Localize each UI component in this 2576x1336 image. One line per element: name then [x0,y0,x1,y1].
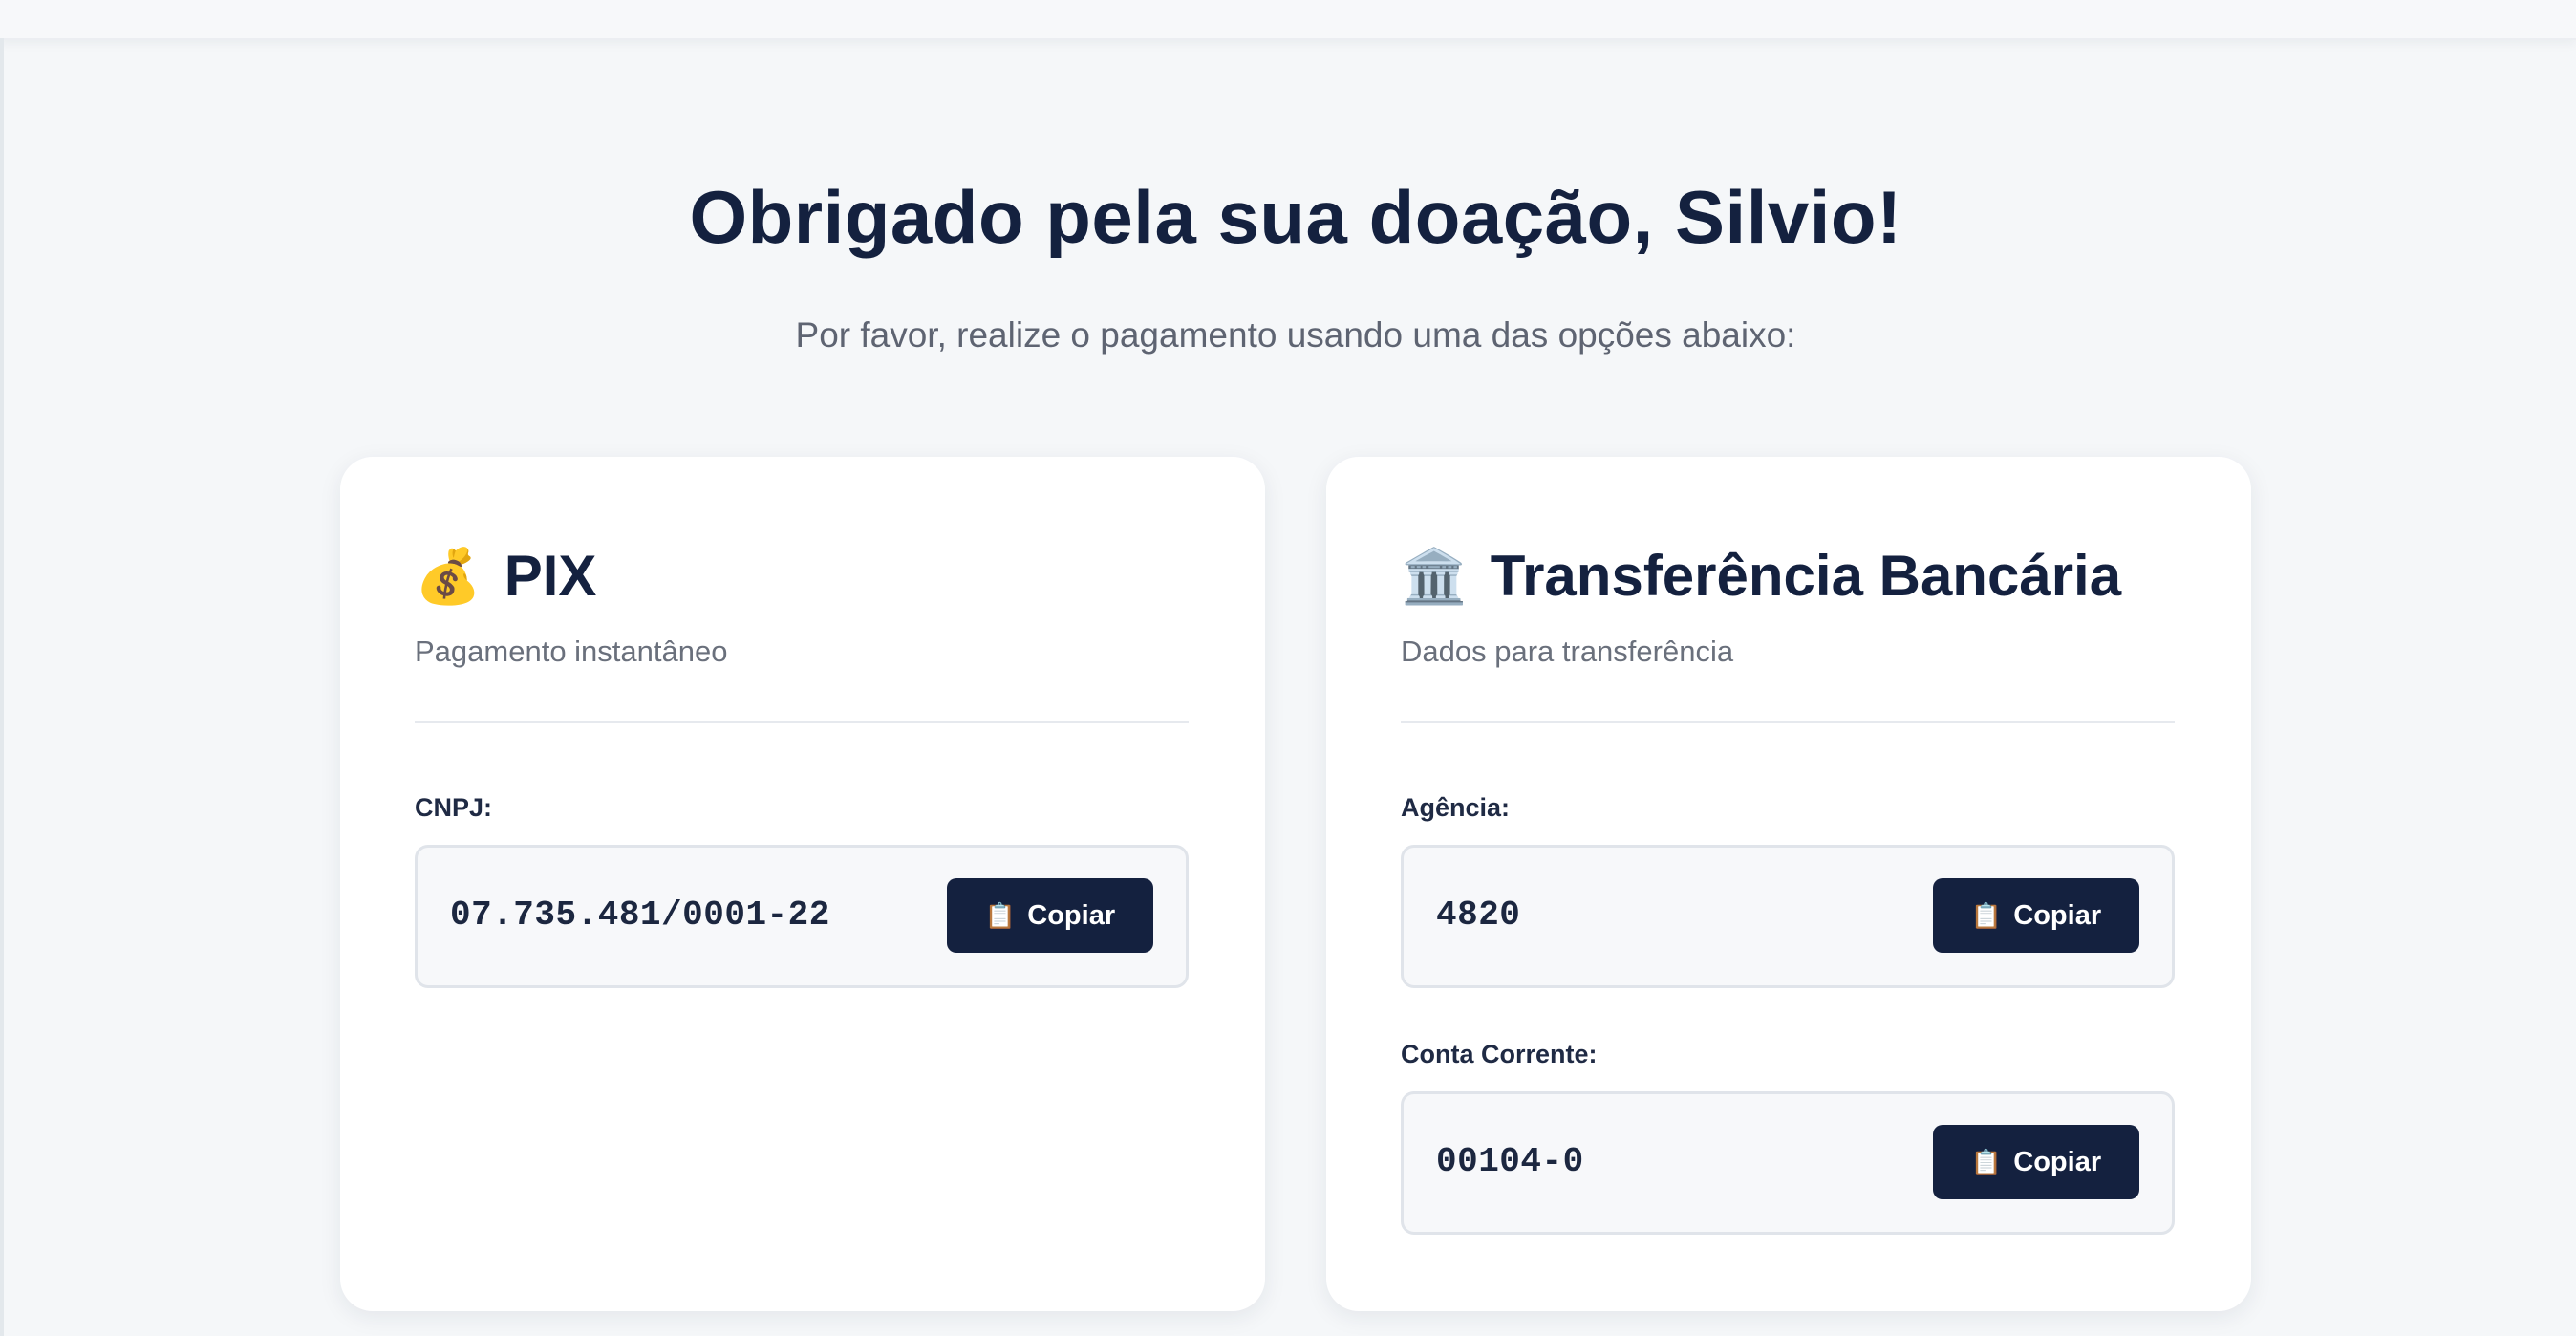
copy-cnpj-button[interactable]: 📋 Copiar [947,878,1153,953]
clipboard-icon: 📋 [1970,901,2003,930]
cnpj-field: 07.735.481/0001-22 📋 Copiar [415,845,1189,988]
copy-conta-button[interactable]: 📋 Copiar [1933,1125,2139,1199]
divider [1401,721,2175,723]
page-subtitle: Por favor, realize o pagamento usando um… [795,315,1796,355]
copy-agencia-button[interactable]: 📋 Copiar [1933,878,2139,953]
bank-card-heading: 🏛️ Transferência Bancária [1401,543,2121,609]
pix-card: 💰 PIX Pagamento instantâneo CNPJ: 07.735… [340,457,1265,1311]
agencia-label: Agência: [1401,793,1511,822]
pix-card-title: PIX [504,544,597,608]
conta-corrente-label: Conta Corrente: [1401,1040,1598,1068]
bank-card-title: Transferência Bancária [1490,544,2122,608]
bank-icon: 🏛️ [1401,545,1468,606]
bank-transfer-card: 🏛️ Transferência Bancária Dados para tra… [1326,457,2251,1311]
cnpj-label: CNPJ: [415,793,493,822]
agencia-field: 4820 📋 Copiar [1401,845,2175,988]
money-bag-icon: 💰 [415,545,482,606]
divider [415,721,1189,723]
clipboard-icon: 📋 [1970,1148,2003,1176]
top-navigation-bar [0,0,2576,40]
conta-corrente-value[interactable]: 00104-0 [1436,1142,1584,1181]
pix-card-heading: 💰 PIX [415,543,596,609]
clipboard-icon: 📋 [984,901,1017,930]
copy-button-label: Copiar [1027,899,1116,931]
agencia-value[interactable]: 4820 [1436,895,1520,935]
pix-card-subtitle: Pagamento instantâneo [415,635,728,668]
copy-button-label: Copiar [2013,899,2102,931]
copy-button-label: Copiar [2013,1146,2102,1177]
bank-card-subtitle: Dados para transferência [1401,635,1734,668]
cnpj-value[interactable]: 07.735.481/0001-22 [450,895,830,935]
conta-corrente-field: 00104-0 📋 Copiar [1401,1091,2175,1235]
page-title: Obrigado pela sua doação, Silvio! [689,175,1902,259]
